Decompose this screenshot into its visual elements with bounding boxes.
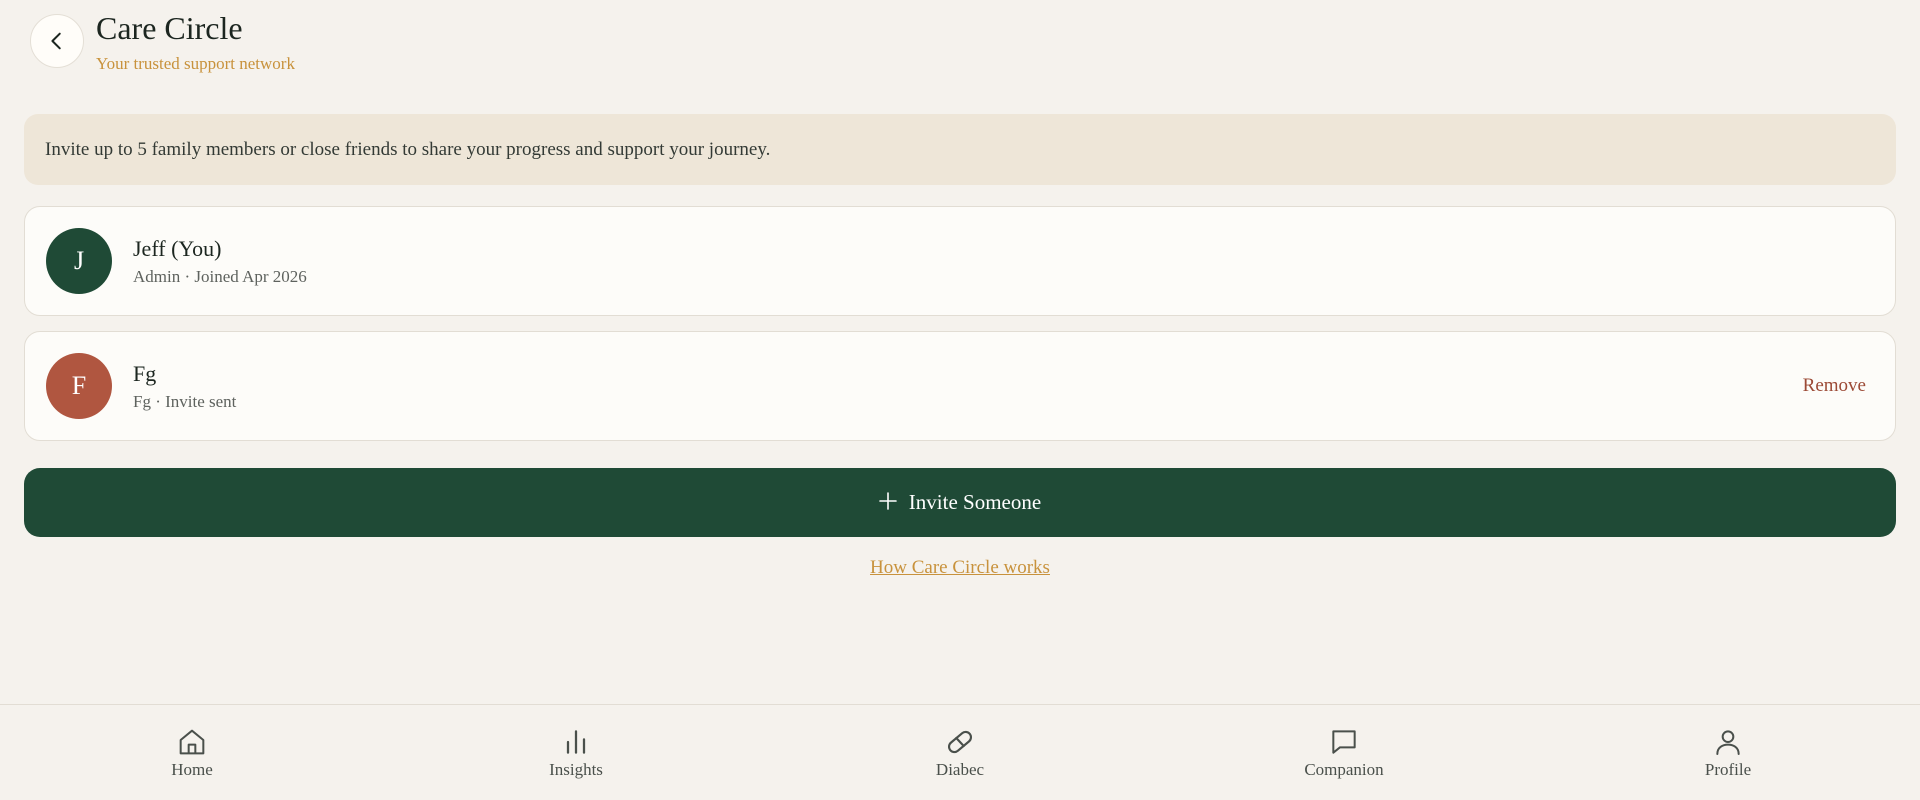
avatar: F (46, 353, 112, 419)
chat-bubble-icon (1327, 725, 1361, 759)
avatar: J (46, 228, 112, 294)
plus-icon (878, 491, 897, 510)
nav-item-diabec[interactable]: Diabec (768, 705, 1152, 800)
nav-label: Home (171, 760, 213, 779)
invite-someone-button[interactable]: Invite Someone (24, 468, 1896, 537)
how-care-circle-works-link[interactable]: How Care Circle works (870, 557, 1050, 578)
chevron-left-icon (51, 32, 61, 50)
member-meta: Admin · Joined Apr 2026 (133, 266, 307, 286)
member-info: Jeff (You) Admin · Joined Apr 2026 (133, 236, 1866, 287)
member-info: Fg Fg · Invite sent (133, 361, 1803, 412)
nav-label: Insights (549, 760, 603, 779)
bottom-navigation: Home Insights Diabec Companion Profile (0, 704, 1920, 800)
nav-item-insights[interactable]: Insights (384, 705, 768, 800)
bar-chart-icon (559, 725, 593, 759)
care-circle-page: Care Circle Your trusted support network… (0, 0, 1920, 800)
header-titles: Care Circle Your trusted support network (96, 12, 295, 74)
nav-label: Companion (1304, 760, 1384, 779)
member-name: Fg (133, 360, 157, 386)
member-card: J Jeff (You) Admin · Joined Apr 2026 (24, 206, 1896, 316)
invite-button-label: Invite Someone (908, 490, 1042, 514)
help-link-row: How Care Circle works (0, 557, 1920, 579)
member-name: Jeff (You) (133, 235, 222, 261)
back-button[interactable] (30, 14, 84, 68)
user-icon (1711, 725, 1745, 759)
info-banner: Invite up to 5 family members or close f… (24, 114, 1896, 185)
page-title: Care Circle (96, 10, 243, 46)
remove-member-button[interactable]: Remove (1803, 375, 1866, 397)
header: Care Circle Your trusted support network (30, 12, 295, 74)
nav-item-home[interactable]: Home (0, 705, 384, 800)
home-icon (175, 725, 209, 759)
nav-item-profile[interactable]: Profile (1536, 705, 1920, 800)
nav-label: Diabec (935, 760, 985, 779)
member-card: F Fg Fg · Invite sent Remove (24, 331, 1896, 441)
nav-label: Profile (1704, 760, 1752, 779)
member-meta: Fg · Invite sent (133, 391, 237, 411)
nav-item-companion[interactable]: Companion (1152, 705, 1536, 800)
pill-icon (943, 725, 977, 759)
page-subtitle: Your trusted support network (96, 54, 295, 73)
